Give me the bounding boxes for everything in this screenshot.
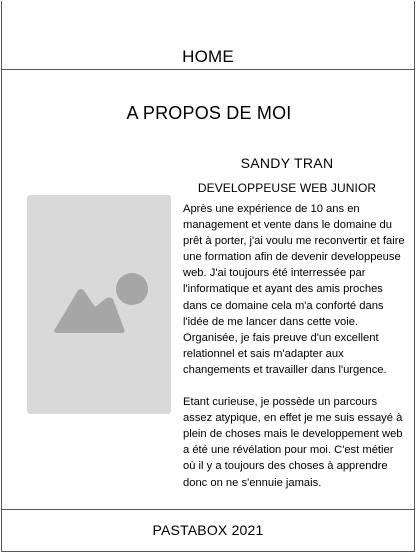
person-name: SANDY TRAN — [240, 155, 334, 171]
footer-text: PASTABOX 2021 — [152, 522, 264, 538]
site-footer: PASTABOX 2021 — [1, 509, 415, 552]
nav-home-link[interactable]: HOME — [1, 47, 415, 67]
bio-paragraph: Après une expérience de 10 ans en manage… — [183, 203, 405, 376]
job-title: DEVELOPPEUSE WEB JUNIOR — [197, 181, 377, 195]
page-title: A PROPOS DE MOI — [126, 103, 292, 123]
image-placeholder-icon — [54, 273, 148, 333]
bio-paragraph: Etant curieuse, je possède un parcours a… — [183, 396, 403, 489]
site-header: HOME — [1, 0, 415, 70]
bio-text: Après une expérience de 10 ans en manage… — [183, 201, 405, 491]
profile-photo-placeholder — [27, 195, 171, 414]
